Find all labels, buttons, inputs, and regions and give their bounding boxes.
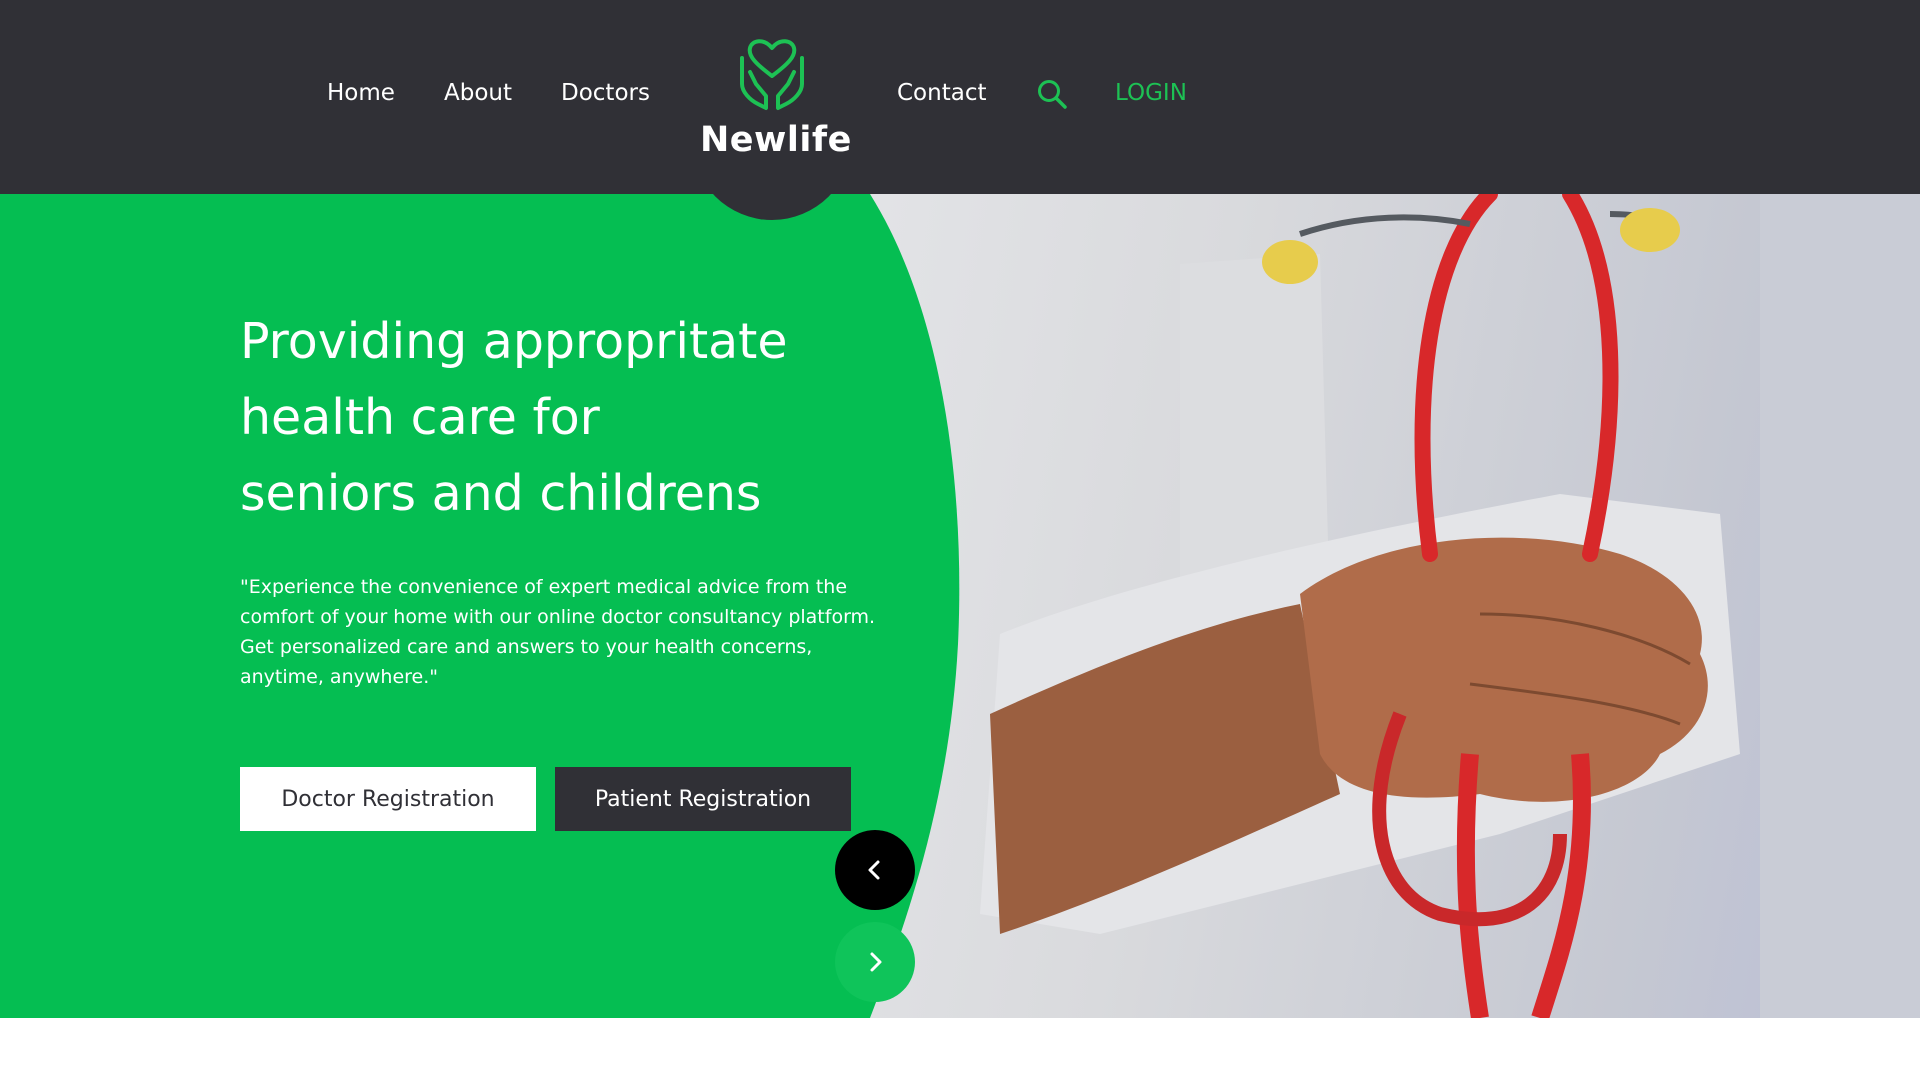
nav-doctors-link[interactable]: Doctors — [561, 78, 650, 108]
hero-headline-line-1: Providing appropritate — [240, 313, 788, 370]
chevron-left-icon — [868, 860, 880, 880]
hero-headline-line-3: seniors and childrens — [240, 465, 762, 522]
heart-hands-icon — [740, 39, 804, 110]
nav-about-link[interactable]: About — [444, 78, 512, 108]
slider-prev-button[interactable] — [835, 830, 915, 910]
hero-headline: Providing appropritate health care for s… — [240, 304, 880, 532]
site-header: Home About Doctors Newlife Contact LOGIN — [0, 0, 1920, 194]
brand-logo[interactable]: Newlife — [700, 36, 852, 166]
patient-registration-button[interactable]: Patient Registration — [555, 767, 851, 831]
slider-next-button[interactable] — [835, 922, 915, 1002]
hero-headline-line-2: health care for — [240, 389, 600, 446]
doctor-registration-button[interactable]: Doctor Registration — [240, 767, 536, 831]
nav-home-link[interactable]: Home — [327, 78, 395, 108]
nav-login-link[interactable]: LOGIN — [1115, 78, 1187, 108]
chevron-right-icon — [870, 952, 882, 972]
search-icon — [1038, 80, 1067, 109]
nav-contact-link[interactable]: Contact — [897, 78, 986, 108]
hero-description: "Experience the convenience of expert me… — [240, 576, 876, 688]
search-button[interactable] — [1036, 78, 1068, 110]
hero-section: Providing appropritate health care for s… — [0, 194, 1920, 1018]
brand-name: Newlife — [700, 120, 852, 160]
